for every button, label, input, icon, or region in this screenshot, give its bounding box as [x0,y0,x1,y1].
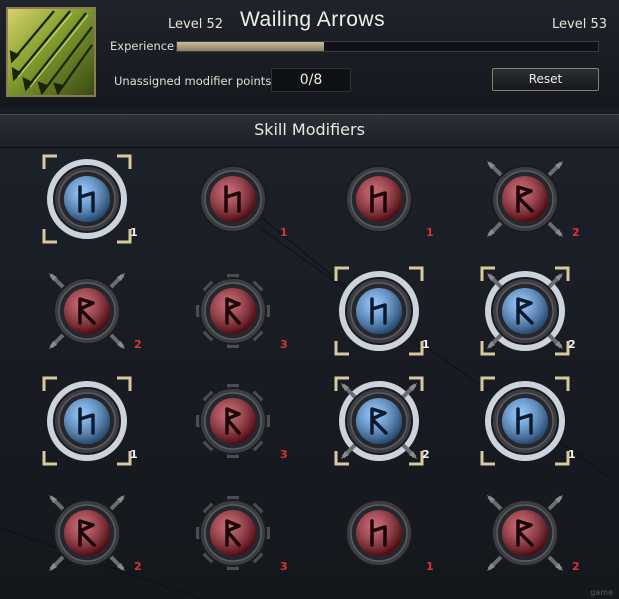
modifier-cost: 1 [426,226,434,239]
modifier-cost: 3 [280,448,288,461]
modifier-cost: 1 [130,448,138,461]
experience-bar-fill [177,42,325,51]
unassigned-points-label: Unassigned modifier points [114,74,272,88]
modifier-cost: 2 [572,226,580,239]
modifier-cost: 1 [130,226,138,239]
modifier-node-2[interactable]: 1 [188,154,288,244]
modifier-node-6[interactable]: 3 [188,266,288,356]
modifier-node-16[interactable]: 2 [480,488,580,578]
modifier-cost: 2 [134,560,142,573]
experience-bar [176,41,599,52]
modifier-cost: 3 [280,560,288,573]
modifier-node-15[interactable]: 1 [334,488,434,578]
modifier-cost: 1 [568,448,576,461]
reset-button[interactable]: Reset [492,68,599,91]
modifier-node-12[interactable]: 1 [480,376,576,466]
unassigned-points-value: 0/8 [271,68,351,92]
skill-modifiers-header: Skill Modifiers [0,114,619,148]
modifier-node-11[interactable]: 2 [334,376,430,466]
arrows-volley-icon [6,7,96,97]
experience-label: Experience [110,39,175,53]
current-level-label: Level 52 [168,17,223,32]
modifier-grid: 1 1 1 2 2 3 1 2 1 3 2 1 2 3 1 2 [0,148,619,599]
section-title: Skill Modifiers [254,120,365,139]
modifier-cost: 2 [572,560,580,573]
modifier-node-4[interactable]: 2 [480,154,580,244]
modifier-node-5[interactable]: 2 [42,266,142,356]
modifier-cost: 1 [280,226,288,239]
skill-title: Wailing Arrows [240,8,386,31]
modifier-cost: 1 [422,338,430,351]
modifier-node-10[interactable]: 3 [188,376,288,466]
modifier-node-1[interactable]: 1 [42,154,138,244]
modifier-node-13[interactable]: 2 [42,488,142,578]
modifier-node-8[interactable]: 2 [480,266,576,356]
skill-header: Level 52 Wailing Arrows Level 53 Experie… [0,0,619,108]
modifier-cost: 2 [134,338,142,351]
modifier-node-3[interactable]: 1 [334,154,434,244]
modifier-node-9[interactable]: 1 [42,376,138,466]
modifier-node-14[interactable]: 3 [188,488,288,578]
modifier-node-7[interactable]: 1 [334,266,430,356]
modifier-cost: 2 [568,338,576,351]
modifier-cost: 3 [280,338,288,351]
modifier-cost: 1 [426,560,434,573]
modifier-cost: 2 [422,448,430,461]
next-level-label: Level 53 [552,17,607,32]
watermark: game [590,588,613,597]
